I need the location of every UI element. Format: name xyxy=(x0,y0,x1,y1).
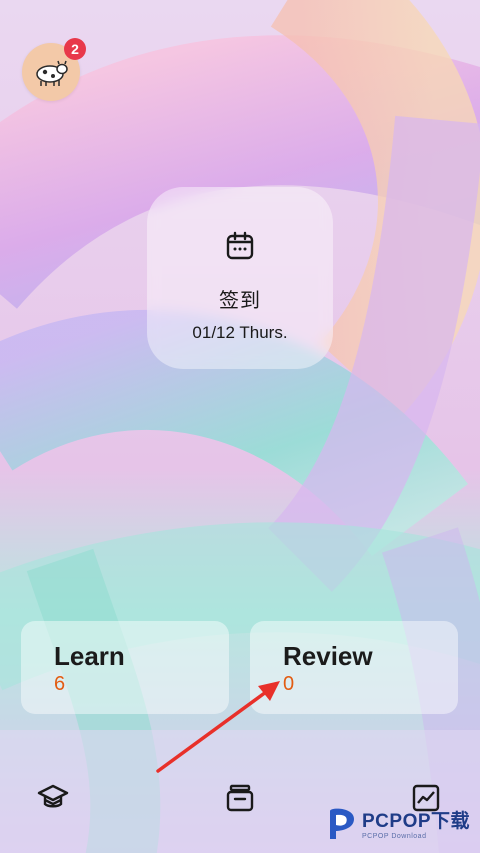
checkin-title: 签到 xyxy=(219,290,261,312)
notification-badge: 2 xyxy=(64,38,86,60)
pcpop-logo-icon xyxy=(326,805,358,841)
watermark-subtext: PCPOP Download xyxy=(362,833,427,840)
learn-label: Learn xyxy=(54,641,125,671)
review-card[interactable]: Review 0 xyxy=(250,621,458,714)
learn-count: 6 xyxy=(54,673,66,695)
review-label: Review xyxy=(283,641,373,671)
wallpaper-background xyxy=(0,0,480,853)
calendar-icon xyxy=(225,231,255,266)
watermark-text: PCPOP下载 xyxy=(362,811,471,832)
tab-learn[interactable] xyxy=(35,782,71,818)
archive-box-icon xyxy=(225,783,255,818)
tab-archive[interactable] xyxy=(222,782,258,818)
pcpop-watermark: PCPOP下载 PCPOP Download xyxy=(326,800,476,846)
learn-card[interactable]: Learn 6 xyxy=(21,621,229,714)
profile-avatar[interactable]: 2 xyxy=(22,38,86,101)
review-count: 0 xyxy=(283,673,295,695)
checkin-date: 01/12 Thurs. xyxy=(192,323,288,342)
graduation-cap-icon xyxy=(37,783,69,818)
checkin-card[interactable]: 签到 01/12 Thurs. xyxy=(147,187,333,369)
